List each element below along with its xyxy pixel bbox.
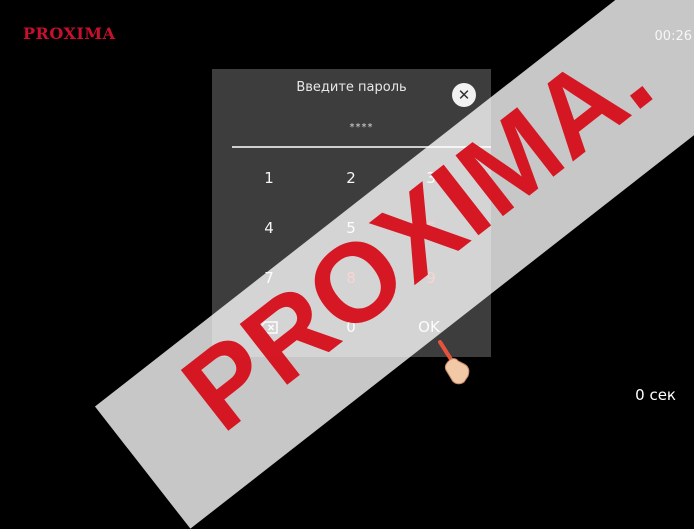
password-field[interactable]: **** [232, 122, 491, 144]
key-2[interactable]: 2 [324, 161, 378, 195]
password-underline [232, 146, 491, 148]
ok-button[interactable]: OK [402, 310, 456, 344]
close-icon[interactable]: ✕ [452, 83, 476, 107]
key-5[interactable]: 5 [324, 211, 378, 245]
dialog-title: Введите пароль [296, 80, 407, 95]
key-8[interactable]: 8 [324, 261, 378, 295]
backspace-icon[interactable] [242, 310, 296, 344]
key-0[interactable]: 0 [324, 310, 378, 344]
key-6[interactable]: 6 [404, 211, 458, 245]
clock: 00:26 [654, 29, 692, 44]
key-1[interactable]: 1 [242, 161, 296, 195]
brand-logo: PROXIMA [23, 24, 116, 43]
hand-pointer-icon [434, 340, 474, 385]
countdown-timer: 0 сек [635, 386, 676, 404]
key-4[interactable]: 4 [242, 211, 296, 245]
key-9[interactable]: 9 [404, 261, 458, 295]
key-7[interactable]: 7 [242, 261, 296, 295]
password-dialog: Введите пароль ✕ **** 1 2 3 4 5 6 7 8 9 … [212, 69, 491, 357]
key-3[interactable]: 3 [404, 161, 458, 195]
